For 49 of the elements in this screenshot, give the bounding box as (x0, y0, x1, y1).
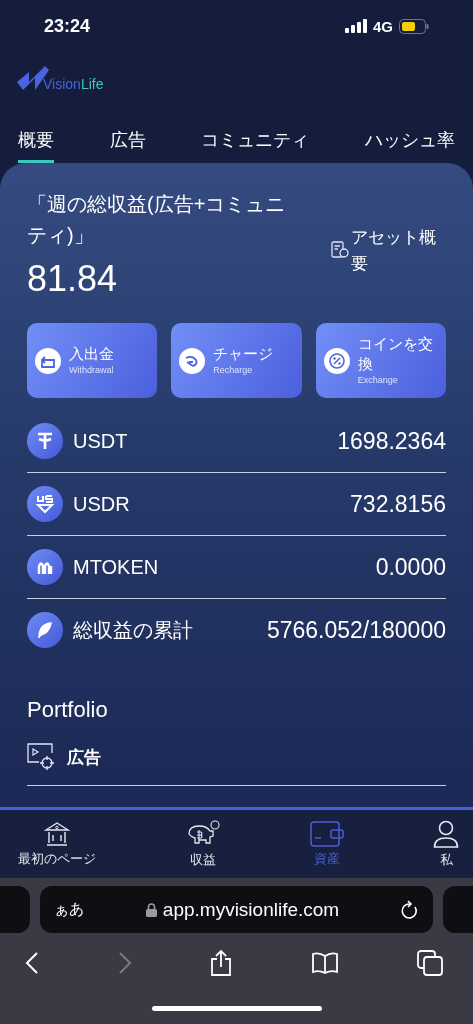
signal-icon (345, 19, 367, 33)
nav-tab[interactable]: 最初のページ (18, 820, 96, 868)
clock: 23:24 (44, 15, 91, 37)
action-icon (179, 347, 206, 374)
nav-tab[interactable]: 収益 (185, 819, 221, 869)
tabs-icon[interactable] (417, 950, 443, 976)
video-target-icon (27, 743, 55, 771)
action-button[interactable]: 入出金 Withdrawal (27, 323, 158, 398)
tab[interactable]: コミュニティ (201, 120, 310, 163)
section-title: Portfolio (27, 697, 109, 723)
section-label: 広告 (67, 746, 101, 769)
share-icon[interactable] (210, 949, 232, 977)
battery-icon (399, 18, 429, 34)
tab[interactable]: ハッシュ率 (364, 120, 455, 163)
leaf-coin-icon (27, 612, 63, 648)
asset-name: MTOKEN (73, 555, 159, 579)
coin-icon (27, 549, 63, 585)
reload-icon[interactable] (401, 899, 419, 920)
action-icon (35, 347, 61, 374)
action-icon (323, 347, 350, 374)
coin-icon (27, 486, 63, 522)
back-icon[interactable] (25, 951, 39, 975)
bank-icon (44, 820, 70, 847)
action-button[interactable]: コインを交換 Exchange (315, 323, 446, 398)
document-coin-icon (331, 241, 349, 259)
forward-icon[interactable] (117, 951, 132, 975)
address-bar[interactable]: ぁあ app.myvisionlife.com (40, 886, 433, 933)
asset-name: USDR (73, 492, 130, 516)
action-button[interactable]: チャージ Recharge (171, 323, 302, 398)
logo-text: VisionLife (43, 76, 104, 92)
summary-value: 81.84 (27, 257, 119, 301)
asset-amount: 732.8156 (350, 490, 446, 518)
asset-name: 総収益の累計 (73, 617, 193, 643)
asset-amount: 0.0000 (375, 553, 446, 581)
network-label: 4G (373, 17, 393, 35)
book-icon[interactable] (310, 952, 339, 974)
nav-tab[interactable]: 私 (433, 819, 459, 869)
asset-name: USDT (73, 429, 128, 453)
lock-icon (145, 902, 157, 917)
asset-amount: 5766.052/180000 (266, 616, 446, 644)
tab[interactable]: 広告 (109, 120, 146, 163)
text-size-button[interactable]: ぁあ (54, 900, 84, 919)
url-text: app.myvisionlife.com (162, 898, 340, 921)
wallet-icon (310, 820, 344, 847)
person-icon (433, 819, 459, 848)
asset-amount: 1698.2364 (337, 427, 446, 455)
summary-title: 「週の総収益(広告+コミュニティ)」 (27, 192, 287, 248)
tether-coin-icon (27, 423, 63, 459)
asset-overview-link[interactable]: アセット概要 (351, 225, 446, 277)
